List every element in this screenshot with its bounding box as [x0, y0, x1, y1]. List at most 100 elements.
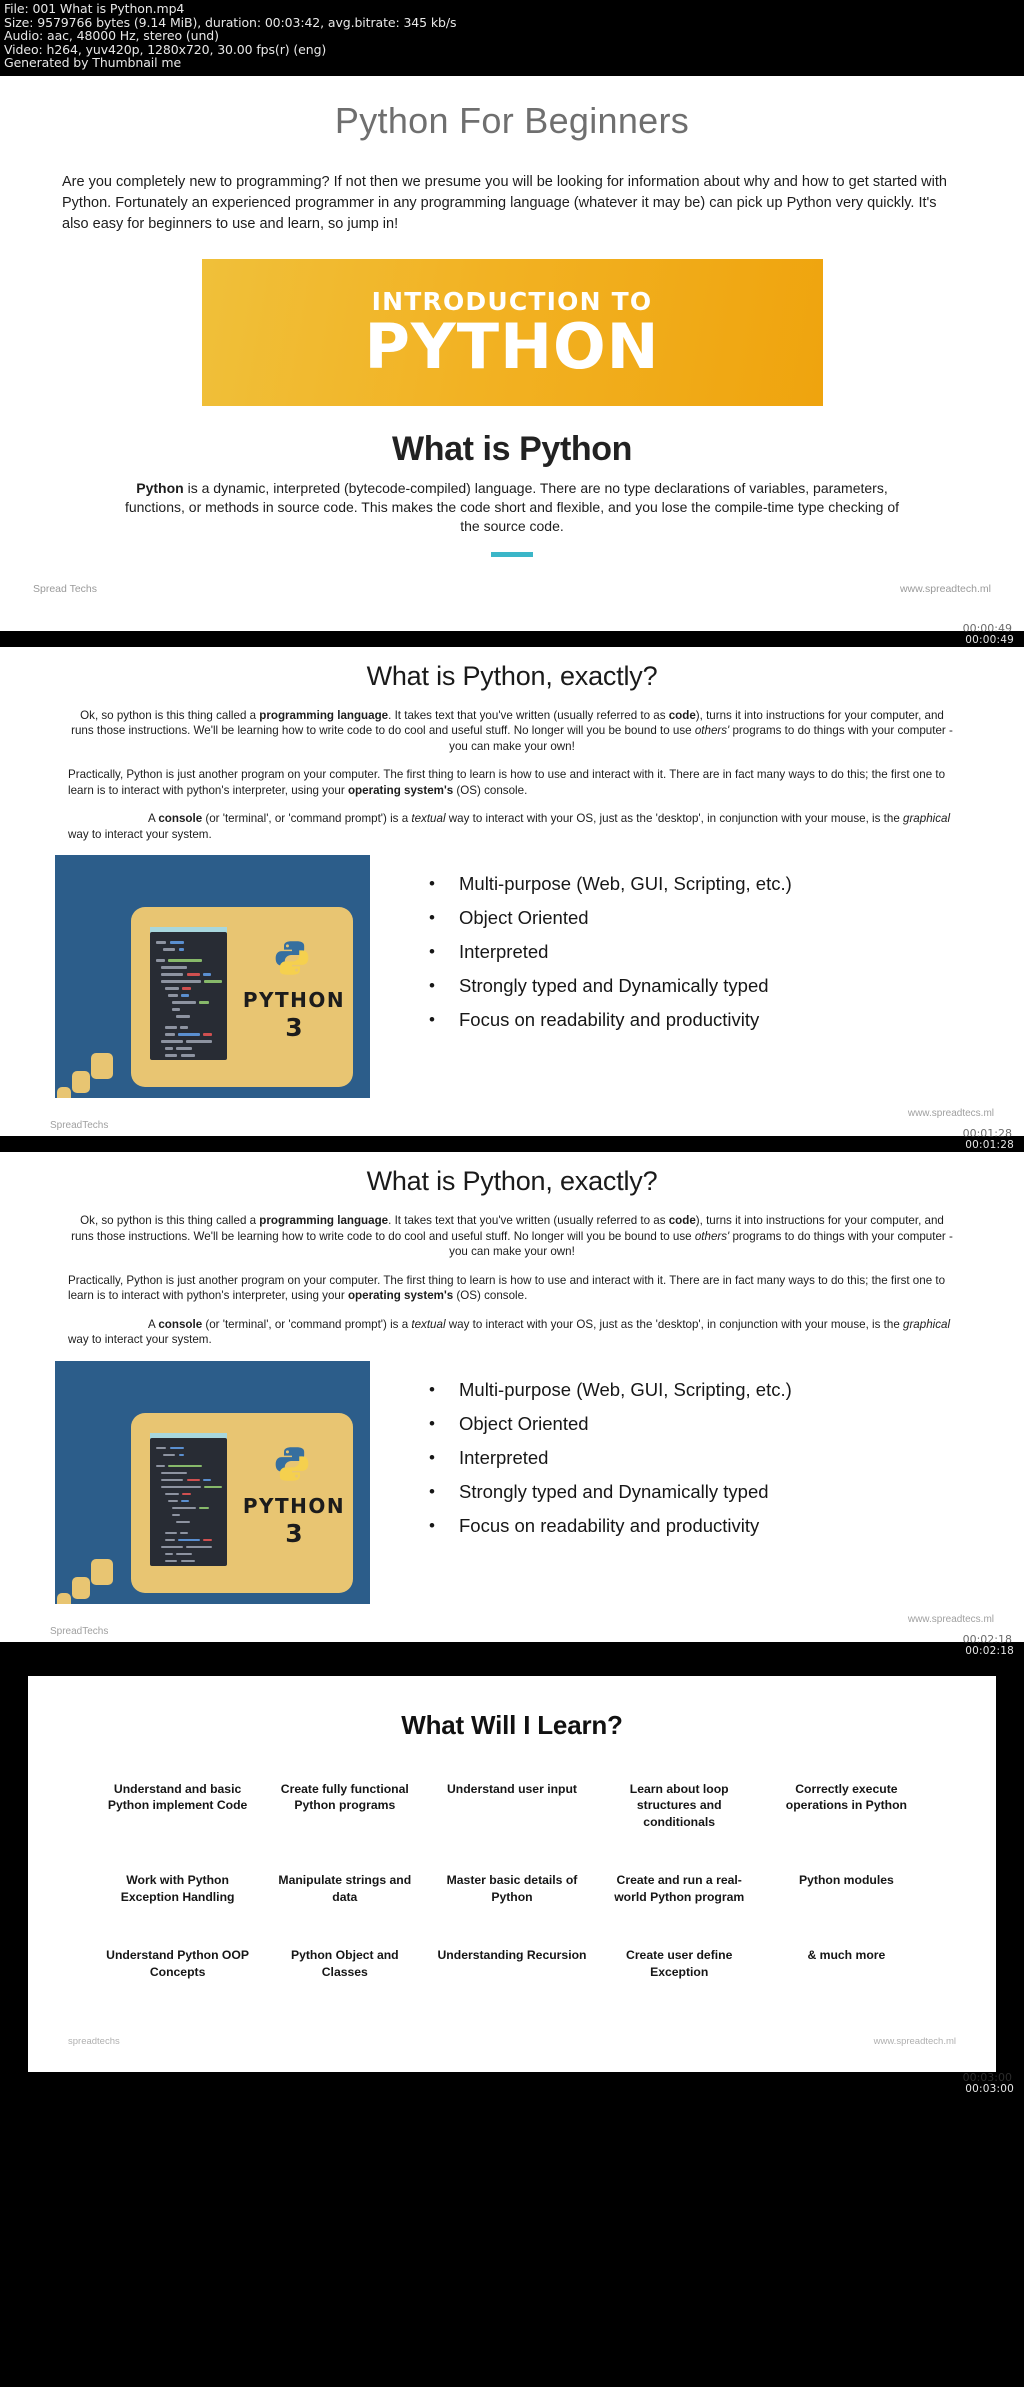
grid-cell: Work with Python Exception Handling [120, 1873, 235, 1904]
grid-cell: Create and run a real-world Python progr… [614, 1873, 745, 1904]
p1a: Ok, so python is this thing called a [80, 708, 260, 722]
timecode-label-3: 00:02:18 [965, 1644, 1014, 1657]
slide4-footer-brand: spreadtechs [68, 2036, 120, 2048]
metadata-file-line: File: 001 What is Python.mp4 [4, 1, 185, 16]
slide1-heading: What is Python [392, 429, 632, 468]
list-item: Multi-purpose (Web, GUI, Scripting, etc.… [425, 1373, 792, 1407]
thumbnail-slide-1[interactable]: Python For Beginners Are you completely … [0, 75, 1024, 631]
slide4-canvas: What Will I Learn? Understand and basic … [28, 1675, 996, 2073]
timecode-bar-3: 00:02:18 00:02:18 [0, 1633, 1024, 1658]
p3c: (or 'terminal', or 'command prompt') is … [202, 812, 412, 826]
slide2-paragraph-2: Practically, Python is just another prog… [68, 767, 956, 798]
p1b: programming language [259, 1214, 389, 1228]
slide3-feature-list: Multi-purpose (Web, GUI, Scripting, etc.… [425, 1373, 792, 1543]
grid-cell: Master basic details of Python [446, 1873, 578, 1904]
grid-cell: Correctly execute operations in Python [785, 1781, 907, 1813]
python-logo-icon [275, 1447, 309, 1481]
slide2-footer-url: www.spreadtecs.ml [907, 1108, 994, 1120]
slide3-paragraph-3: A console (or 'terminal', or 'command pr… [68, 1317, 956, 1348]
slide4-footer-url: www.spreadtech.ml [873, 2036, 956, 2048]
list-item: Strongly typed and Dynamically typed [425, 969, 792, 1003]
p3f: graphical [903, 812, 951, 826]
p1c: . It takes text that you've written (usu… [388, 708, 669, 722]
p3a: A [148, 1317, 159, 1331]
p3d: textual [411, 1317, 446, 1331]
introduction-to-python-banner: INTRODUCTION TO PYTHON [201, 258, 823, 406]
p3e: way to interact with your OS, just as th… [445, 812, 903, 826]
slide2-content-row: PYTHON 3 Multi-purpose (Web, GUI, Script… [0, 855, 1024, 1099]
learning-outcomes-grid: Understand and basic Python implement Co… [28, 1781, 996, 1981]
timecode-label-1: 00:00:49 [965, 633, 1014, 646]
grid-cell: Create fully functional Python programs [280, 1781, 409, 1813]
list-item: Interpreted [425, 1441, 792, 1475]
p1d: code [668, 1214, 696, 1228]
p1f: others' [694, 724, 730, 738]
p1f: others' [694, 1229, 730, 1243]
p3a: A [148, 812, 159, 826]
p3f: graphical [903, 1317, 951, 1331]
p2b: operating system's [347, 783, 454, 797]
python3-illustration: PYTHON 3 [55, 1360, 370, 1604]
timecode-bar-4: 00:03:00 00:03:00 [0, 2071, 1024, 2097]
slide2-paragraph-1: Ok, so python is this thing called a pro… [68, 708, 956, 755]
slide2-footer-brand: SpreadTechs [50, 1120, 109, 1132]
slide3-content-row: PYTHON 3 Multi-purpose (Web, GUI, Script… [0, 1360, 1024, 1604]
slide1-intro-paragraph: Are you completely new to programming? I… [62, 173, 947, 232]
timecode-label-2: 00:01:28 [965, 1139, 1014, 1152]
thumbnail-slide-3[interactable]: What is Python, exactly? Ok, so python i… [0, 1152, 1024, 1642]
p3e: way to interact with your OS, just as th… [445, 1317, 903, 1331]
thumbnail-slide-2[interactable]: What is Python, exactly? Ok, so python i… [0, 646, 1024, 1137]
slide2-paragraph-3: A console (or 'terminal', or 'command pr… [68, 811, 956, 842]
grid-cell: & much more [807, 1948, 886, 1963]
slide1-body-rest: is a dynamic, interpreted (bytecode-comp… [124, 479, 900, 534]
grid-cell: Understanding Recursion [437, 1948, 587, 1963]
illustration-version-label: 3 [285, 1013, 303, 1043]
p3g: way to interact your system. [68, 1333, 212, 1347]
metadata-video-line: Video: h264, yuv420p, 1280x720, 30.00 fp… [4, 41, 327, 57]
p3d: textual [411, 812, 446, 826]
grid-cell: Learn about loop structures and conditio… [629, 1781, 729, 1829]
slide1-body-text: Python is a dynamic, interpreted (byteco… [117, 479, 907, 536]
p3g: way to interact your system. [68, 827, 212, 841]
slide1-title: Python For Beginners [334, 99, 690, 141]
slide2-feature-list: Multi-purpose (Web, GUI, Scripting, etc.… [425, 867, 792, 1037]
list-item: Interpreted [425, 935, 792, 969]
p2c: (OS) console. [453, 783, 528, 797]
slide1-footer: Spread Techs www.spreadtech.ml [0, 583, 1024, 601]
metadata-size-line: Size: 9579766 bytes (9.14 MiB), duration… [4, 14, 457, 30]
list-item: Focus on readability and productivity [425, 1003, 792, 1037]
slide3-footer-url: www.spreadtecs.ml [907, 1613, 994, 1625]
metadata-generator-line: Generated by Thumbnail me [4, 55, 182, 71]
grid-cell: Understand Python OOP Concepts [106, 1948, 250, 1979]
list-item: Multi-purpose (Web, GUI, Scripting, etc.… [425, 867, 792, 901]
list-item: Object Oriented [425, 1407, 792, 1441]
grid-cell: Python modules [798, 1873, 894, 1888]
p2c: (OS) console. [453, 1289, 528, 1303]
python-logo-icon [275, 941, 309, 976]
grid-cell: Understand and basic Python implement Co… [107, 1781, 248, 1813]
banner-line-2: PYTHON [364, 309, 660, 383]
grid-cell: Python Object and Classes [290, 1948, 399, 1979]
p1d: code [668, 708, 696, 722]
p1a: Ok, so python is this thing called a [80, 1214, 260, 1228]
p3b: console [158, 1317, 203, 1331]
p2b: operating system's [347, 1289, 454, 1303]
grid-cell: Understand user input [446, 1781, 577, 1796]
p1c: . It takes text that you've written (usu… [388, 1214, 669, 1228]
grid-cell: Manipulate strings and data [278, 1873, 412, 1904]
timecode-label-4: 00:03:00 [965, 2083, 1014, 2096]
list-item: Focus on readability and productivity [425, 1509, 792, 1543]
slide3-paragraph-2: Practically, Python is just another prog… [68, 1273, 956, 1304]
grid-cell: Create user define Exception [626, 1948, 733, 1979]
slide1-footer-url: www.spreadtech.ml [899, 582, 991, 595]
accent-divider [491, 551, 533, 557]
timecode-bar-2: 00:01:28 00:01:28 [0, 1127, 1024, 1153]
illustration-python-label: PYTHON [242, 988, 346, 1013]
illustration-python-label: PYTHON [242, 1493, 346, 1518]
slide1-body-lead: Python [136, 479, 184, 496]
slide3-title: What is Python, exactly? [366, 1166, 658, 1197]
thumbnail-slide-4[interactable]: What Will I Learn? Understand and basic … [0, 1657, 1024, 2081]
slide4-title: What Will I Learn? [401, 1709, 623, 1740]
list-item: Strongly typed and Dynamically typed [425, 1475, 792, 1509]
list-item: Object Oriented [425, 901, 792, 935]
